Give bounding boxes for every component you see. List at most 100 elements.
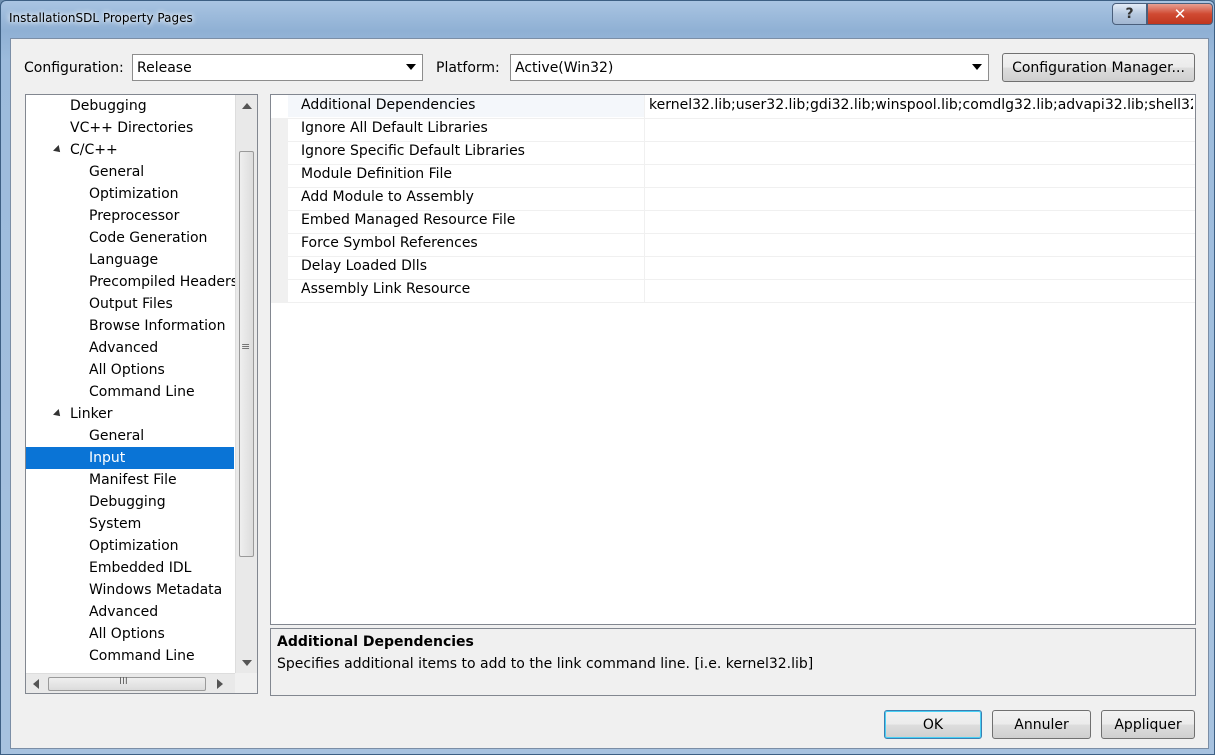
apply-button[interactable]: Appliquer — [1101, 710, 1195, 739]
tree-item[interactable]: Advanced — [26, 601, 234, 623]
property-row[interactable]: Force Symbol References — [271, 233, 1195, 257]
tree-item[interactable]: All Options — [26, 623, 234, 645]
tree-horizontal-scrollbar[interactable]: III — [26, 673, 235, 693]
tree-vertical-scrollbar[interactable]: ≡ — [235, 95, 257, 673]
help-button[interactable]: ? — [1112, 3, 1147, 25]
property-name: Assembly Link Resource — [301, 281, 471, 297]
ok-button[interactable]: OK — [884, 710, 982, 739]
configuration-manager-button[interactable]: Configuration Manager... — [1002, 53, 1195, 82]
description-panel: Additional Dependencies Specifies additi… — [270, 628, 1196, 696]
tree-item[interactable]: General — [26, 425, 234, 447]
tree-hscroll-thumb[interactable]: III — [48, 676, 206, 691]
column-divider — [644, 187, 645, 210]
tree-item-label: Preprocessor — [89, 208, 180, 224]
tree-item[interactable]: Advanced — [26, 337, 234, 359]
tree-item-label: Command Line — [89, 648, 195, 664]
tree-item-label: Advanced — [89, 604, 159, 620]
tree-item[interactable]: Embedded IDL — [26, 557, 234, 579]
property-name: Delay Loaded Dlls — [301, 258, 427, 274]
tree-item-label: Code Generation — [89, 230, 208, 246]
tree-item[interactable]: Code Generation — [26, 227, 234, 249]
tree-item[interactable]: Command Line — [26, 645, 234, 667]
tree-item[interactable]: System — [26, 513, 234, 535]
column-divider — [644, 233, 645, 256]
tree-item[interactable]: Input — [26, 447, 234, 469]
description-text: Specifies additional items to add to the… — [277, 656, 814, 672]
scroll-left-icon[interactable] — [33, 679, 39, 689]
tree-item-label: C/C++ — [70, 142, 118, 158]
tree-item[interactable]: VC++ Directories — [26, 117, 234, 139]
tree-item[interactable]: Output Files — [26, 293, 234, 315]
expand-triangle-icon[interactable] — [53, 145, 63, 155]
tree-item[interactable]: Command Line — [26, 381, 234, 403]
property-name: Ignore All Default Libraries — [301, 120, 488, 136]
property-row[interactable]: Ignore Specific Default Libraries — [271, 141, 1195, 165]
tree-item[interactable]: Language — [26, 249, 234, 271]
tree-vscroll-thumb[interactable]: ≡ — [239, 151, 254, 557]
tree-item-label: Optimization — [89, 186, 179, 202]
tree-item[interactable]: Browse Information — [26, 315, 234, 337]
column-divider — [644, 210, 645, 233]
tree-item-label: Windows Metadata — [89, 582, 223, 598]
property-row[interactable]: Ignore All Default Libraries — [271, 118, 1195, 142]
window-title: InstallationSDL Property Pages — [9, 11, 193, 25]
scroll-down-icon[interactable] — [242, 660, 252, 666]
property-row[interactable]: Assembly Link Resource — [271, 279, 1195, 303]
tree-item[interactable]: General — [26, 161, 234, 183]
tree-item-label: All Options — [89, 626, 165, 642]
tree-item[interactable]: Manifest File — [26, 469, 234, 491]
property-row[interactable]: Embed Managed Resource File — [271, 210, 1195, 234]
scroll-up-icon[interactable] — [242, 103, 252, 109]
tree-item[interactable]: Precompiled Headers — [26, 271, 238, 293]
platform-dropdown[interactable]: Active(Win32) — [510, 54, 989, 81]
tree-item-label: Browse Information — [89, 318, 226, 334]
tree-item[interactable]: Linker — [26, 403, 234, 425]
property-tree[interactable]: Debugging VC++ Directories C/C++ General Opt… — [25, 94, 258, 694]
property-value[interactable]: kernel32.lib;user32.lib;gdi32.lib;winspo… — [649, 97, 1193, 113]
property-name: Force Symbol References — [301, 235, 478, 251]
tree-item-label: General — [89, 428, 145, 444]
platform-label: Platform: — [436, 60, 500, 76]
description-title: Additional Dependencies — [277, 634, 474, 650]
tree-item[interactable]: Optimization — [26, 535, 234, 557]
tree-item[interactable]: C/C++ — [26, 139, 234, 161]
chevron-down-icon — [406, 64, 416, 70]
property-name: Embed Managed Resource File — [301, 212, 516, 228]
grip-icon: ≡ — [241, 340, 251, 353]
configuration-value: Release — [137, 59, 192, 76]
tree-item-label: Advanced — [89, 340, 159, 356]
configuration-label: Configuration: — [24, 60, 124, 76]
tree-item-label: General — [89, 164, 145, 180]
tree-item-label: Manifest File — [89, 472, 177, 488]
tree-item-label: Optimization — [89, 538, 179, 554]
tree-item[interactable]: Debugging — [26, 95, 234, 117]
column-divider — [644, 95, 645, 118]
property-row[interactable]: Delay Loaded Dlls — [271, 256, 1195, 280]
tree-item-label: Input — [89, 450, 126, 466]
chevron-down-icon — [972, 64, 982, 70]
column-divider — [644, 279, 645, 302]
property-row[interactable]: Additional Dependencies kernel32.lib;user… — [271, 95, 1195, 119]
help-icon: ? — [1125, 6, 1134, 22]
close-icon: ✕ — [1173, 5, 1187, 23]
dialog-window: InstallationSDL Property Pages ? ✕ Confi… — [0, 0, 1215, 755]
cancel-button[interactable]: Annuler — [992, 710, 1091, 739]
tree-item[interactable]: Optimization — [26, 183, 234, 205]
property-row[interactable]: Add Module to Assembly — [271, 187, 1195, 211]
tree-item-label: All Options — [89, 362, 165, 378]
tree-item[interactable]: Windows Metadata — [26, 579, 234, 601]
property-grid[interactable]: Additional Dependencies kernel32.lib;user… — [270, 94, 1196, 625]
close-button[interactable]: ✕ — [1147, 3, 1213, 25]
property-name: Additional Dependencies — [301, 97, 476, 113]
property-name: Module Definition File — [301, 166, 453, 182]
tree-item-label: Embedded IDL — [89, 560, 192, 576]
scroll-right-icon[interactable] — [217, 679, 223, 689]
tree-item[interactable]: All Options — [26, 359, 234, 381]
dialog-client-area: Configuration: Release Platform: Active(… — [10, 38, 1209, 749]
configuration-dropdown[interactable]: Release — [132, 54, 423, 81]
expand-triangle-icon[interactable] — [53, 409, 63, 419]
tree-item[interactable]: Debugging — [26, 491, 234, 513]
column-divider — [644, 256, 645, 279]
tree-item[interactable]: Preprocessor — [26, 205, 234, 227]
property-row[interactable]: Module Definition File — [271, 164, 1195, 188]
